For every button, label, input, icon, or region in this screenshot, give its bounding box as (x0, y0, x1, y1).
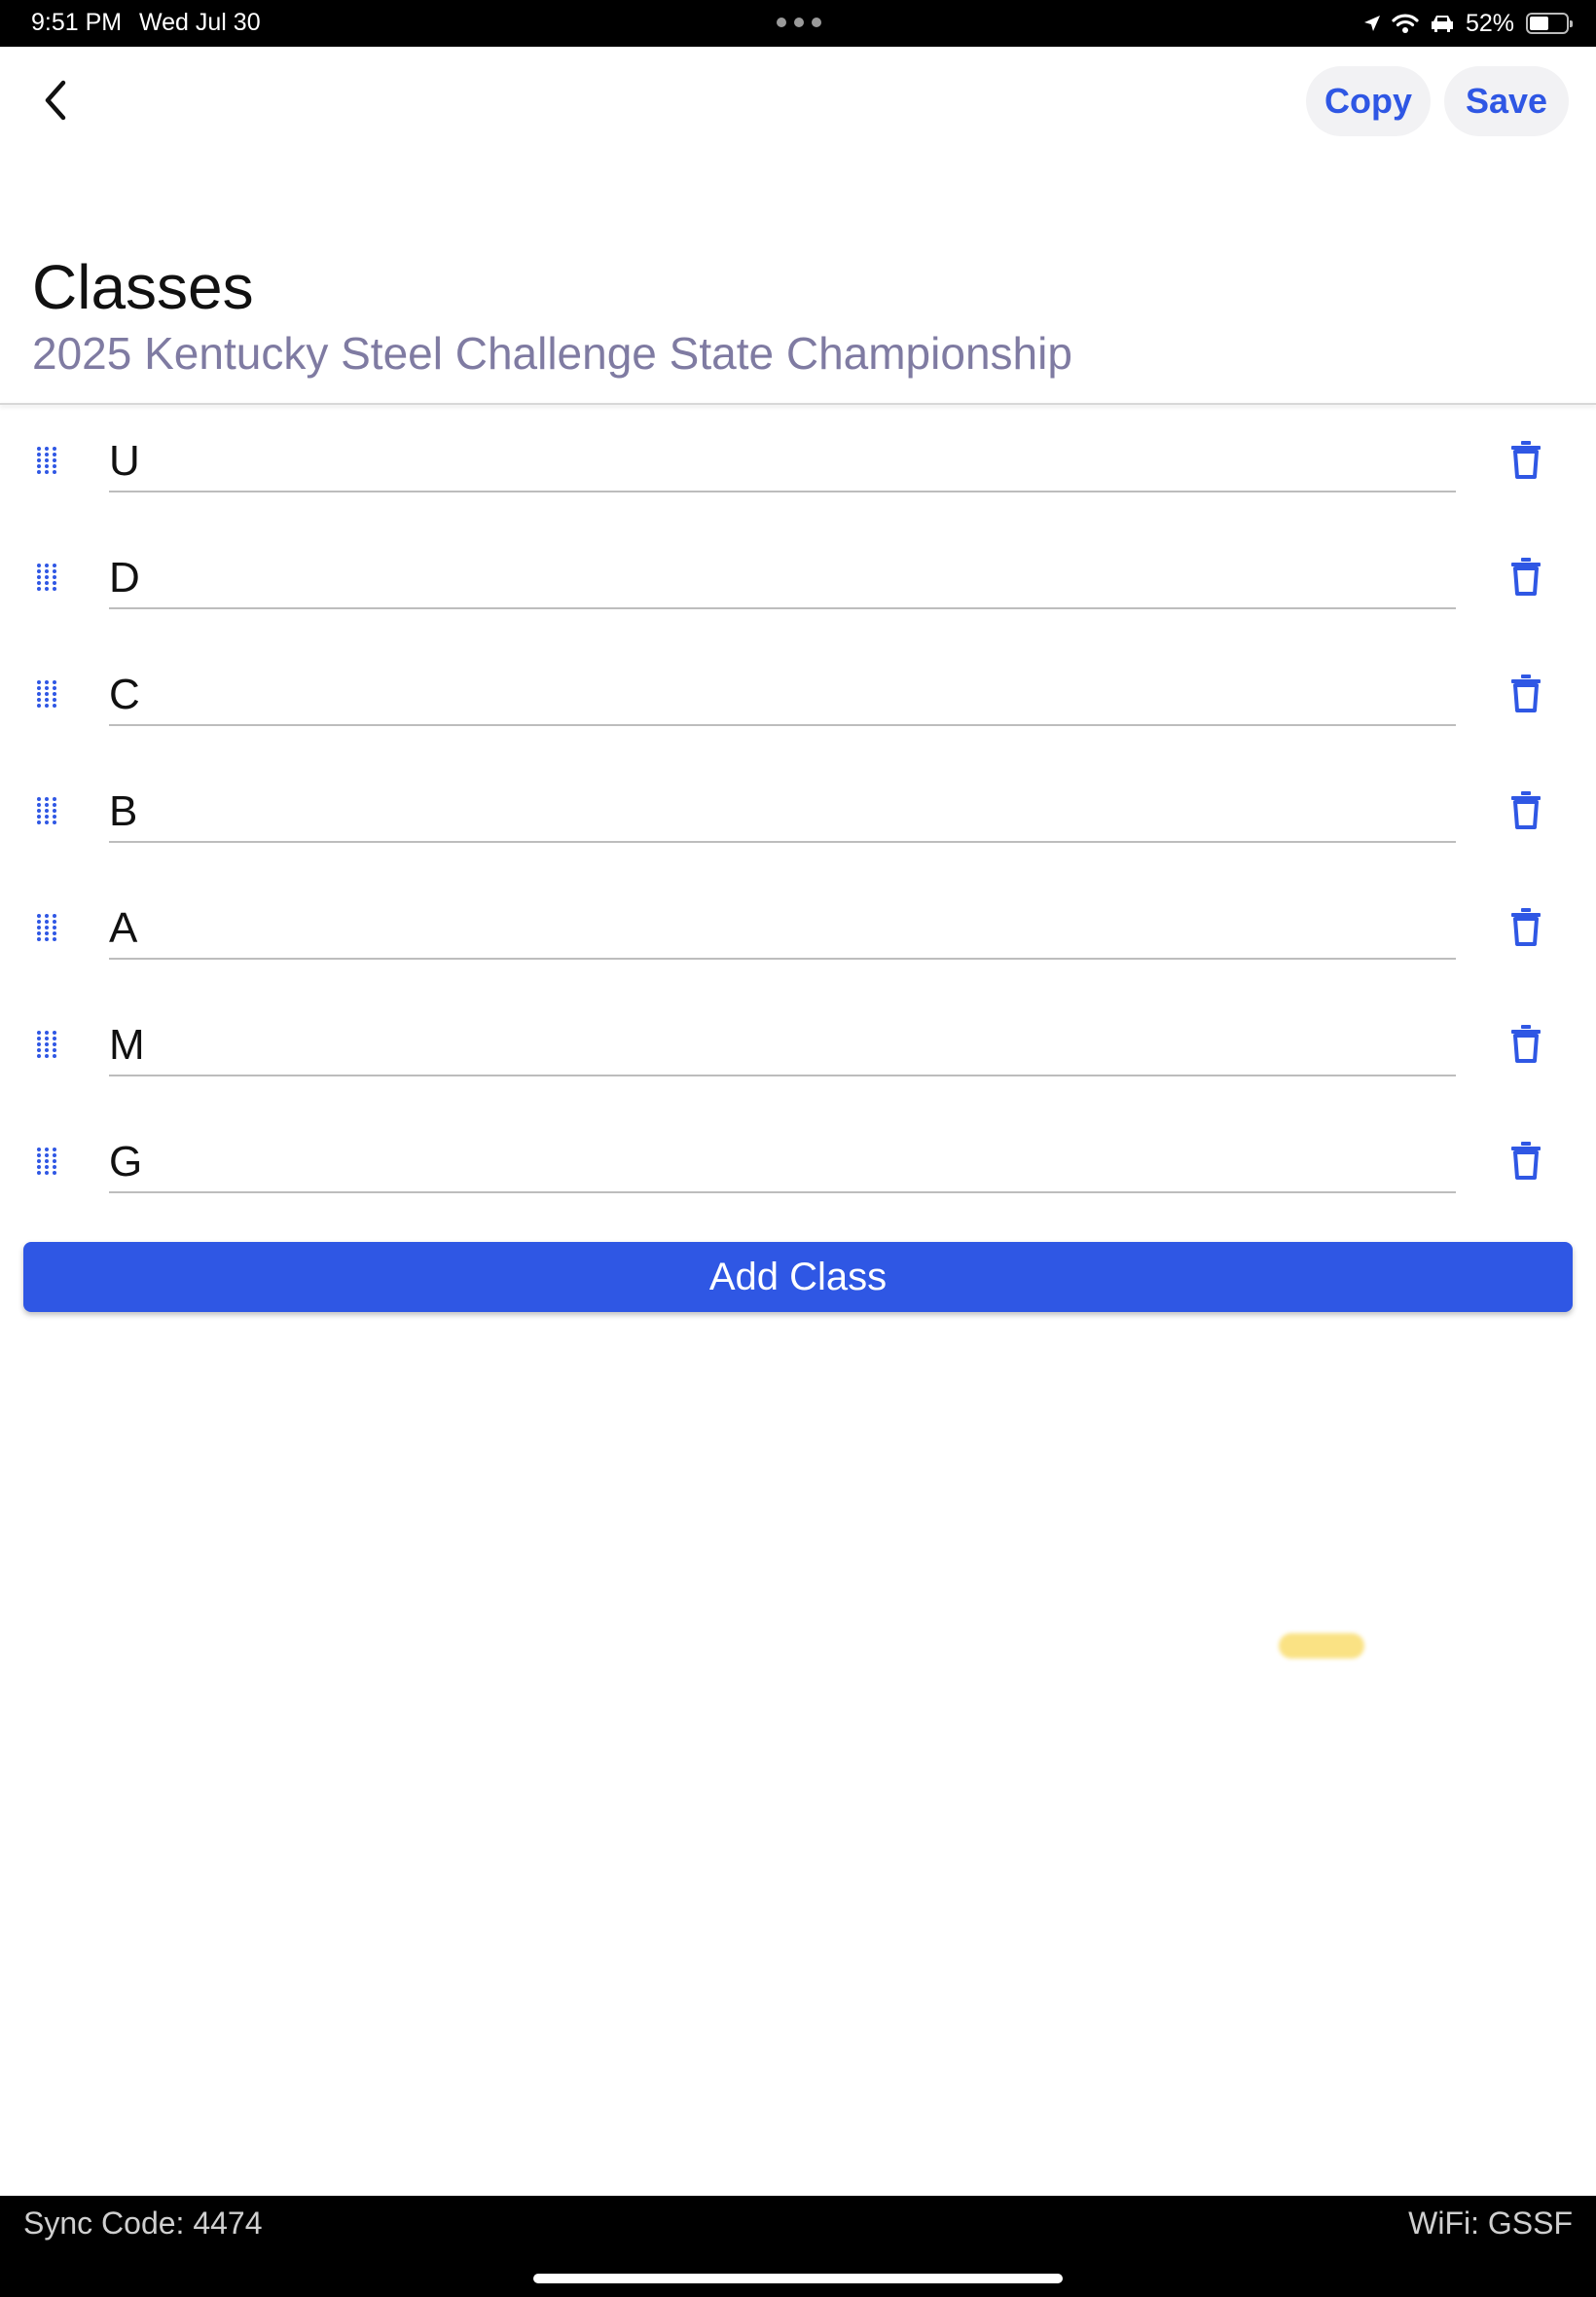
trash-icon (1510, 674, 1542, 717)
drag-handle-icon[interactable] (35, 1147, 58, 1176)
trash-icon (1510, 790, 1542, 834)
multitasking-dots-icon[interactable] (777, 18, 821, 27)
delete-class-button[interactable] (1508, 1141, 1543, 1184)
drag-handle-icon[interactable] (35, 913, 58, 942)
class-row: U (0, 405, 1596, 522)
page-subtitle: 2025 Kentucky Steel Challenge State Cham… (32, 328, 1072, 379)
copy-button[interactable]: Copy (1306, 66, 1431, 136)
class-name-field[interactable]: G (109, 1133, 1456, 1193)
status-date: Wed Jul 30 (139, 9, 261, 36)
class-row: B (0, 755, 1596, 872)
drag-handle-icon[interactable] (35, 1030, 58, 1059)
class-name-field[interactable]: D (109, 549, 1456, 609)
classes-screen: 9:51 PM Wed Jul 30 52% Copy Save Classes… (0, 0, 1596, 2297)
save-button[interactable]: Save (1444, 66, 1569, 136)
class-name-field[interactable]: A (109, 899, 1456, 960)
footer-bar: Sync Code: 4474 WiFi: GSSF (0, 2196, 1596, 2297)
class-name-field[interactable]: U (109, 432, 1456, 492)
class-name-field[interactable]: M (109, 1016, 1456, 1076)
trash-icon (1510, 1024, 1542, 1068)
wifi-icon (1392, 13, 1419, 34)
status-time: 9:51 PM (31, 9, 123, 36)
drag-handle-icon[interactable] (35, 796, 58, 825)
class-row: C (0, 638, 1596, 755)
class-row: M (0, 989, 1596, 1106)
wifi-network: WiFi: GSSF (1408, 2206, 1573, 2241)
delete-class-button[interactable] (1508, 440, 1543, 483)
class-row: D (0, 522, 1596, 638)
delete-class-button[interactable] (1508, 907, 1543, 950)
delete-class-button[interactable] (1508, 790, 1543, 833)
class-row: G (0, 1106, 1596, 1222)
home-indicator[interactable] (533, 2274, 1063, 2283)
class-row: A (0, 872, 1596, 989)
delete-class-button[interactable] (1508, 557, 1543, 600)
battery-percent: 52% (1465, 9, 1514, 37)
car-icon (1429, 13, 1456, 34)
page-title: Classes (32, 252, 254, 322)
chevron-left-icon (42, 79, 69, 127)
class-name-field[interactable]: B (109, 783, 1456, 843)
class-name-field[interactable]: C (109, 666, 1456, 726)
status-icons: 52% (1362, 8, 1573, 39)
location-icon (1362, 14, 1382, 33)
back-button[interactable] (31, 68, 80, 136)
battery-icon (1526, 13, 1573, 34)
trash-icon (1510, 557, 1542, 601)
trash-icon (1510, 440, 1542, 484)
drag-handle-icon[interactable] (35, 563, 58, 592)
add-class-button[interactable]: Add Class (23, 1242, 1573, 1312)
delete-class-button[interactable] (1508, 1024, 1543, 1067)
drag-handle-icon[interactable] (35, 679, 58, 709)
trash-icon (1510, 1141, 1542, 1185)
sync-code: Sync Code: 4474 (23, 2206, 263, 2241)
yellow-highlight-mark (1279, 1633, 1364, 1659)
status-bar: 9:51 PM Wed Jul 30 52% (0, 0, 1596, 47)
drag-handle-icon[interactable] (35, 446, 58, 475)
delete-class-button[interactable] (1508, 674, 1543, 716)
trash-icon (1510, 907, 1542, 951)
